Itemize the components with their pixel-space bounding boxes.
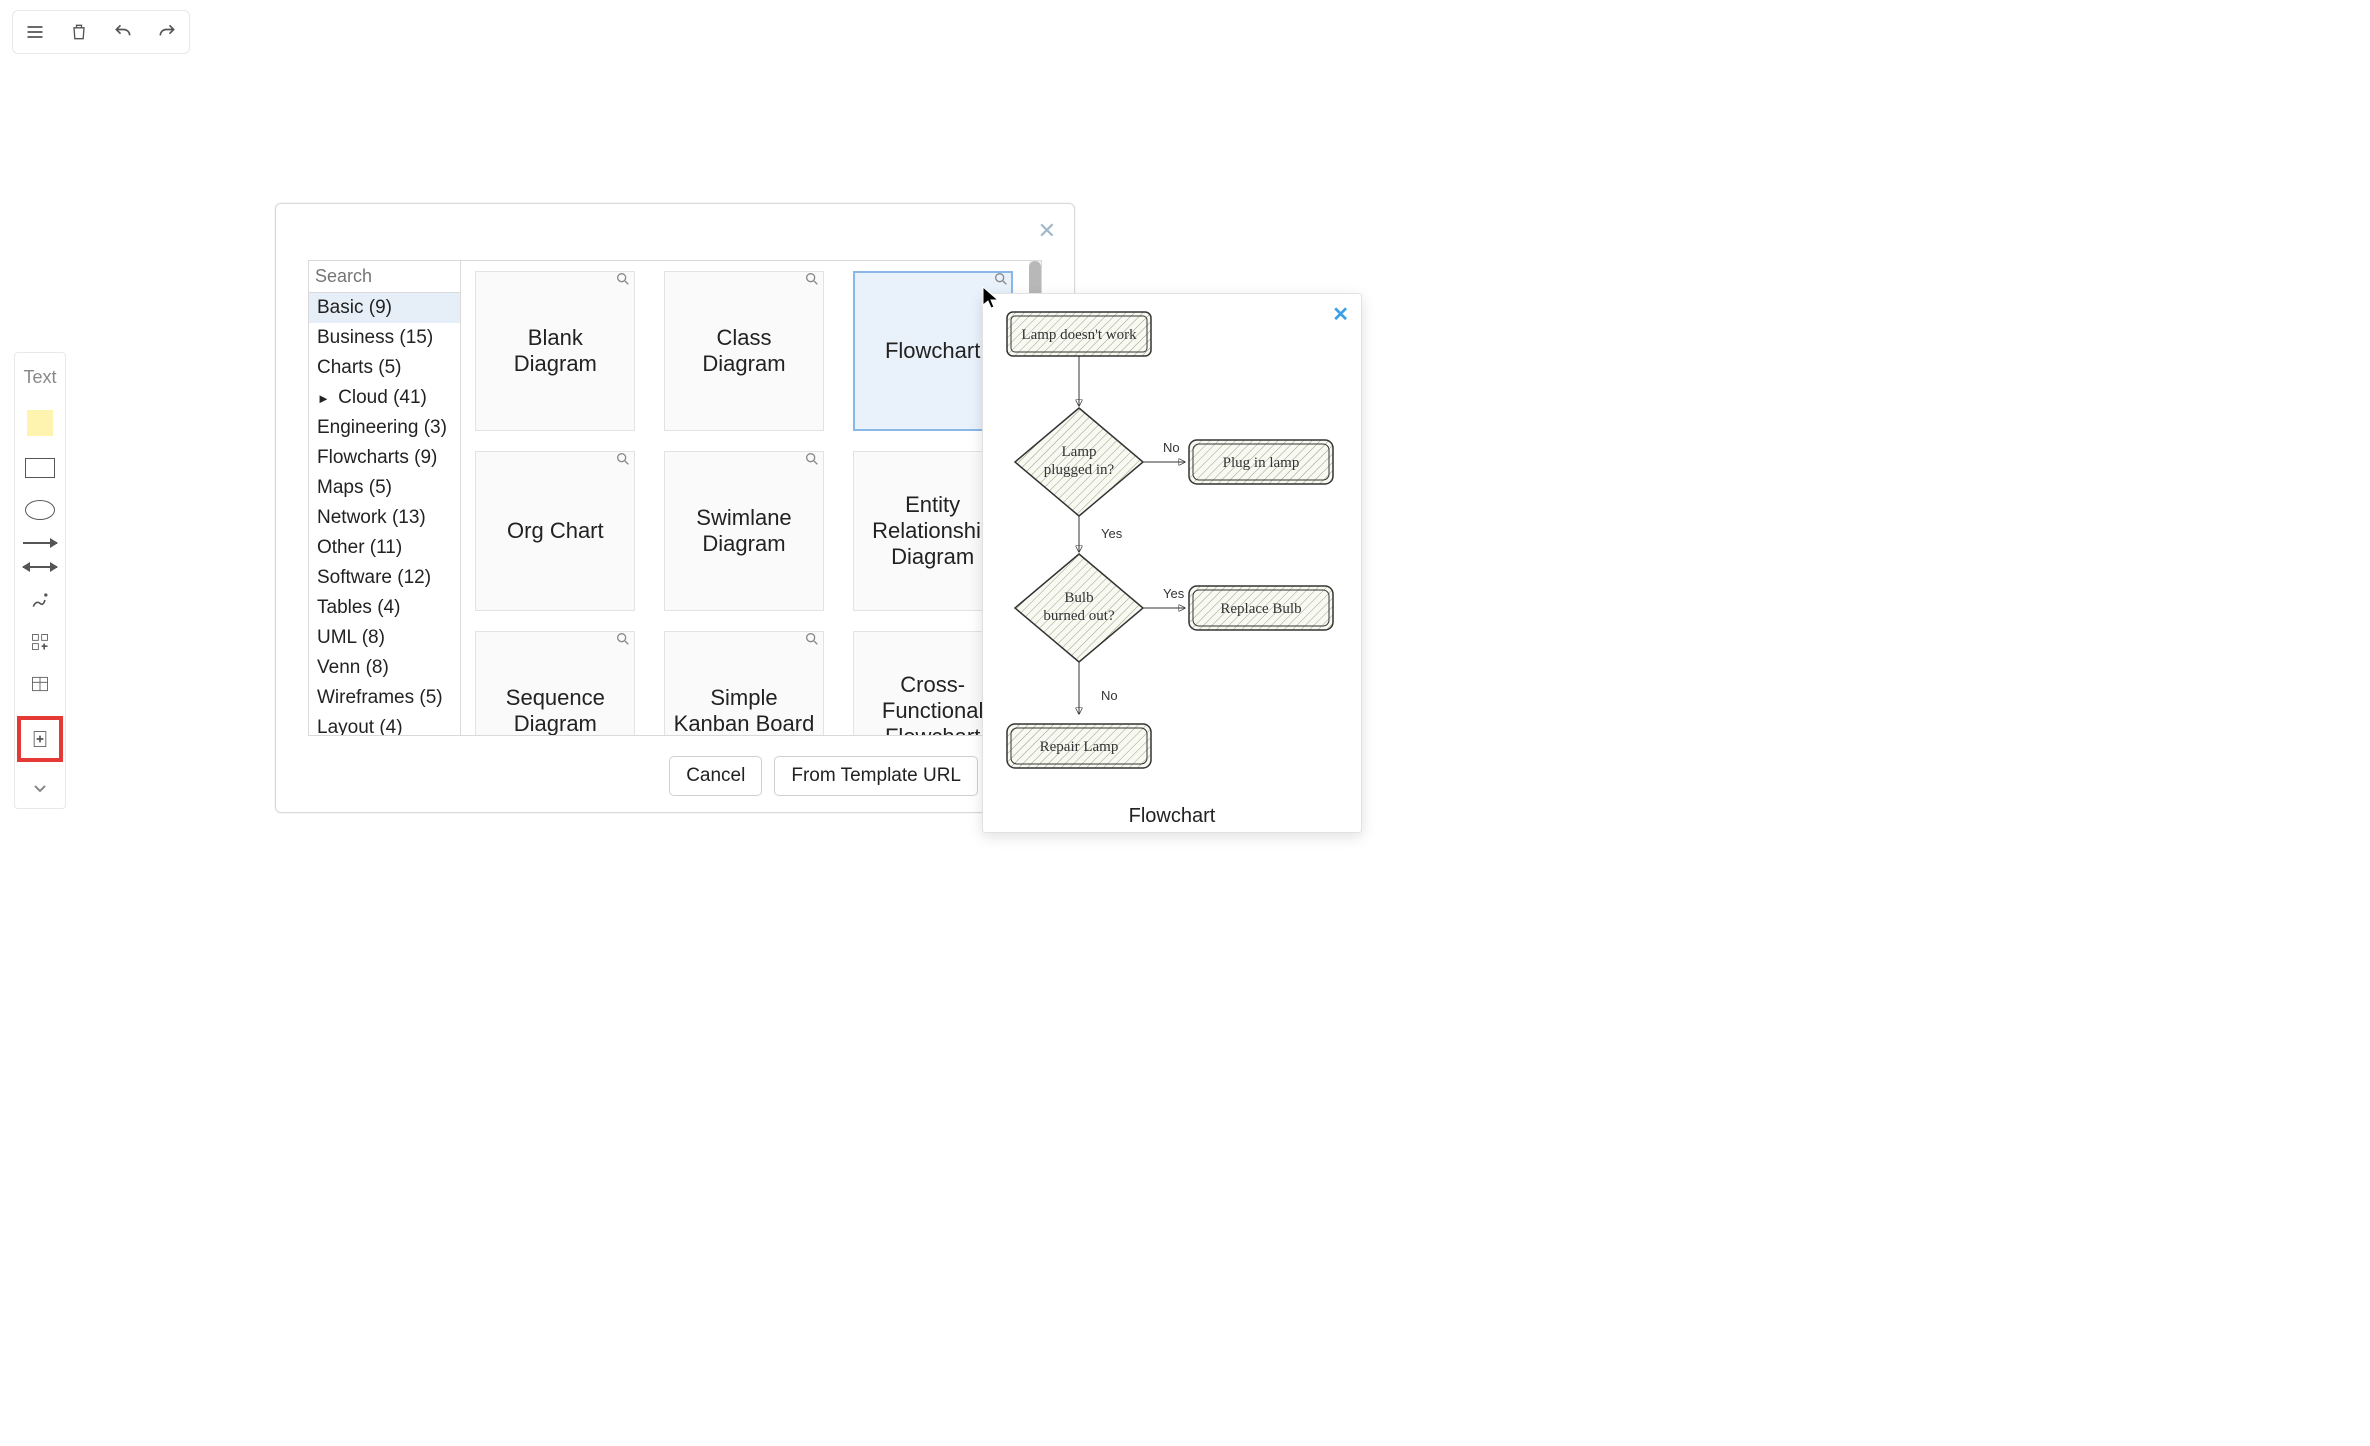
table-tool[interactable] [20,674,60,694]
category-item[interactable]: Wireframes (5) [309,683,460,713]
svg-text:burned out?: burned out? [1043,608,1115,624]
magnify-icon[interactable] [804,631,820,652]
delete-button[interactable] [57,11,101,53]
svg-text:Lamp: Lamp [1062,444,1097,460]
category-item[interactable]: Network (13) [309,503,460,533]
shape-toolbar: Text [14,352,66,809]
menu-button[interactable] [13,11,57,53]
arrow-shape[interactable] [20,542,60,544]
category-item[interactable]: Maps (5) [309,473,460,503]
from-template-url-button[interactable]: From Template URL [774,756,978,796]
search-input[interactable] [315,266,461,287]
text-tool[interactable]: Text [20,367,60,388]
svg-text:Repair Lamp: Repair Lamp [1040,739,1119,755]
category-item[interactable]: Charts (5) [309,353,460,383]
redo-button[interactable] [145,11,189,53]
template-card[interactable]: Org Chart [465,441,645,621]
magnify-icon[interactable] [615,271,631,292]
template-card[interactable]: Simple Kanban Board [654,621,834,735]
category-item[interactable]: Other (11) [309,533,460,563]
template-card[interactable]: Blank Diagram [465,261,645,441]
search-field[interactable] [309,261,460,293]
category-item[interactable]: Venn (8) [309,653,460,683]
preview-title: Flowchart [983,805,1361,828]
magnify-icon[interactable] [993,271,1009,292]
svg-text:plugged in?: plugged in? [1044,462,1115,478]
category-item[interactable]: Basic (9) [309,293,460,323]
category-item[interactable]: Software (12) [309,563,460,593]
template-dialog: ✕ Basic (9)Business (15)Charts (5)► Clou… [275,203,1075,813]
svg-text:No: No [1101,688,1118,703]
category-list: Basic (9)Business (15)Charts (5)► Cloud … [309,293,460,735]
category-pane: Basic (9)Business (15)Charts (5)► Cloud … [309,261,461,735]
svg-text:Bulb: Bulb [1064,590,1093,606]
magnify-icon[interactable] [615,631,631,652]
template-pane: Blank DiagramClass DiagramFlowchartOrg C… [461,261,1041,735]
template-preview: ✕ Lamp doesn't work Lamp plugged in? No [982,293,1362,833]
close-icon[interactable]: ✕ [1038,218,1056,244]
magnify-icon[interactable] [615,451,631,472]
undo-button[interactable] [101,11,145,53]
svg-text:Replace Bulb: Replace Bulb [1220,601,1301,617]
ellipse-shape[interactable] [20,500,60,520]
category-item[interactable]: Flowcharts (9) [309,443,460,473]
category-item[interactable]: Tables (4) [309,593,460,623]
category-item[interactable]: Engineering (3) [309,413,460,443]
svg-text:Lamp doesn't work: Lamp doesn't work [1021,327,1137,343]
template-card[interactable]: Class Diagram [654,261,834,441]
category-item[interactable]: Layout (4) [309,713,460,735]
preview-canvas: Lamp doesn't work Lamp plugged in? No Pl… [983,294,1361,800]
note-swatch[interactable] [20,410,60,436]
more-shapes-button[interactable] [20,632,60,652]
cancel-button[interactable]: Cancel [669,756,762,796]
template-card[interactable]: Swimlane Diagram [654,441,834,621]
svg-text:No: No [1163,440,1180,455]
insert-template-button[interactable] [17,716,63,762]
svg-text:Plug in lamp: Plug in lamp [1223,455,1300,471]
template-card[interactable]: Sequence Diagram [465,621,645,735]
category-item[interactable]: UML (8) [309,623,460,653]
expand-toolbar-button[interactable] [20,784,60,794]
magnify-icon[interactable] [804,271,820,292]
magnify-icon[interactable] [804,451,820,472]
biarrow-shape[interactable] [20,566,60,568]
category-item[interactable]: ► Cloud (41) [309,383,460,413]
svg-text:Yes: Yes [1101,526,1123,541]
rectangle-shape[interactable] [20,458,60,478]
category-item[interactable]: Business (15) [309,323,460,353]
top-toolbar [12,10,190,54]
freehand-tool[interactable] [20,590,60,610]
dialog-footer: Cancel From Template URL Insert [276,756,1074,796]
svg-text:Yes: Yes [1163,586,1185,601]
